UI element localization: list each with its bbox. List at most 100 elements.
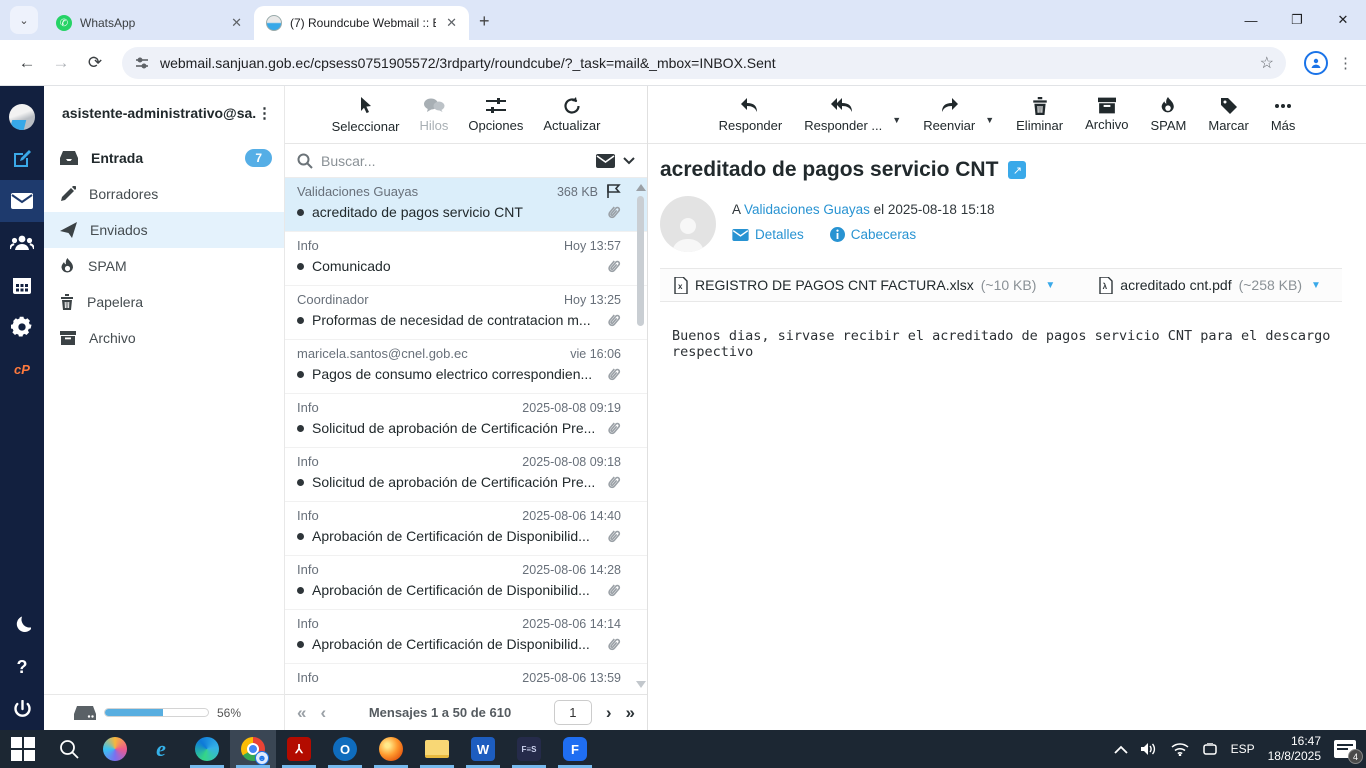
language-indicator[interactable]: ESP bbox=[1231, 742, 1255, 756]
dark-mode-button[interactable] bbox=[0, 604, 44, 646]
archive-button[interactable]: Archivo bbox=[1085, 97, 1128, 132]
threads-button[interactable]: Hilos bbox=[420, 97, 448, 133]
tab-roundcube[interactable]: (7) Roundcube Webmail :: Envia ✕ bbox=[254, 6, 469, 40]
mail-nav-button[interactable] bbox=[0, 180, 44, 222]
scrollbar-thumb[interactable] bbox=[637, 196, 644, 326]
more-button[interactable]: Más bbox=[1271, 97, 1295, 133]
folder-spam[interactable]: SPAM bbox=[44, 248, 284, 284]
tab-whatsapp[interactable]: ✆ WhatsApp ✕ bbox=[44, 6, 254, 40]
taskbar-file-explorer[interactable] bbox=[414, 730, 460, 768]
next-page-button[interactable]: › bbox=[606, 703, 612, 723]
headers-toggle[interactable]: Cabeceras bbox=[829, 227, 916, 242]
clock[interactable]: 16:47 18/8/2025 bbox=[1268, 734, 1321, 764]
tab-close-icon[interactable]: ✕ bbox=[229, 15, 244, 31]
logout-button[interactable] bbox=[0, 688, 44, 730]
taskbar-f-app[interactable]: F bbox=[552, 730, 598, 768]
taskbar-fes-app[interactable]: F≡S bbox=[506, 730, 552, 768]
url-text[interactable]: webmail.sanjuan.gob.ec/cpsess0751905572/… bbox=[160, 55, 1250, 71]
scroll-down-arrow[interactable] bbox=[636, 681, 646, 688]
window-minimize-button[interactable]: — bbox=[1228, 13, 1274, 28]
forward-dropdown-caret[interactable]: ▼ bbox=[985, 115, 994, 125]
taskbar-search-button[interactable] bbox=[46, 730, 92, 768]
folder-archive[interactable]: Archivo bbox=[44, 320, 284, 356]
volume-icon[interactable] bbox=[1140, 742, 1158, 756]
address-bar[interactable]: webmail.sanjuan.gob.ec/cpsess0751905572/… bbox=[122, 46, 1286, 79]
window-restore-button[interactable]: ❐ bbox=[1274, 12, 1320, 28]
message-row[interactable]: Info 2025-08-06 14:40 Aprobación de Certi… bbox=[285, 502, 647, 556]
options-button[interactable]: Opciones bbox=[468, 97, 523, 133]
search-scope-mail-icon[interactable] bbox=[596, 153, 615, 168]
attachment-menu-caret[interactable]: ▼ bbox=[1311, 280, 1321, 291]
message-row[interactable]: Info 2025-08-06 13:59 bbox=[285, 664, 647, 694]
message-row[interactable]: Coordinador Hoy 13:25 Proformas de necesi… bbox=[285, 286, 647, 340]
forward-button[interactable]: → bbox=[44, 53, 78, 73]
select-button[interactable]: Seleccionar bbox=[332, 96, 400, 134]
help-button[interactable]: ? bbox=[0, 646, 44, 688]
profile-icon[interactable] bbox=[1304, 50, 1328, 75]
message-row[interactable]: Info Hoy 13:57 Comunicado bbox=[285, 232, 647, 286]
notifications-icon[interactable]: 4 bbox=[1334, 740, 1363, 764]
reply-all-dropdown-caret[interactable]: ▼ bbox=[892, 115, 901, 125]
prev-page-button[interactable]: ‹ bbox=[320, 703, 326, 723]
taskbar-internet-explorer[interactable]: e bbox=[138, 730, 184, 768]
search-options-chevron-icon[interactable] bbox=[623, 156, 635, 165]
taskbar-firefox[interactable] bbox=[368, 730, 414, 768]
new-tab-button[interactable]: + bbox=[479, 11, 490, 32]
last-page-button[interactable]: » bbox=[626, 703, 635, 723]
scroll-up-arrow[interactable] bbox=[636, 184, 646, 191]
page-number-input[interactable] bbox=[553, 700, 592, 725]
quota-row: 56% bbox=[44, 694, 284, 730]
reply-button[interactable]: Responder bbox=[719, 97, 782, 133]
reload-button[interactable]: ⟳ bbox=[78, 53, 112, 73]
recipient-link[interactable]: Validaciones Guayas bbox=[744, 202, 870, 217]
folder-drafts[interactable]: Borradores bbox=[44, 176, 284, 212]
account-menu-icon[interactable]: ⋮ bbox=[257, 104, 272, 122]
wifi-icon[interactable] bbox=[1171, 742, 1189, 756]
delete-button[interactable]: Eliminar bbox=[1016, 96, 1063, 133]
message-row[interactable]: Info 2025-08-08 09:18 Solicitud de aproba… bbox=[285, 448, 647, 502]
tab-close-icon[interactable]: ✕ bbox=[444, 15, 459, 31]
compose-button[interactable] bbox=[0, 138, 44, 180]
message-row[interactable]: Info 2025-08-06 14:28 Aprobación de Certi… bbox=[285, 556, 647, 610]
message-row[interactable]: Info 2025-08-06 14:14 Aprobación de Certi… bbox=[285, 610, 647, 664]
browser-menu-icon[interactable]: ⋮ bbox=[1336, 54, 1356, 72]
message-row[interactable]: Validaciones Guayas 368 KB acreditado de … bbox=[285, 178, 647, 232]
reply-all-button[interactable]: Responder ... bbox=[804, 97, 882, 133]
attachment-xlsx[interactable]: x REGISTRO DE PAGOS CNT FACTURA.xlsx (~1… bbox=[674, 276, 1055, 294]
list-scrollbar[interactable] bbox=[634, 178, 647, 694]
attachment-pdf[interactable]: λ acreditado cnt.pdf (~258 KB) ▼ bbox=[1099, 276, 1321, 294]
attachment-menu-caret[interactable]: ▼ bbox=[1045, 280, 1055, 291]
first-page-button[interactable]: « bbox=[297, 703, 306, 723]
folder-inbox[interactable]: Entrada 7 bbox=[44, 140, 284, 176]
spam-button[interactable]: SPAM bbox=[1150, 96, 1186, 133]
mark-button[interactable]: Marcar bbox=[1208, 97, 1249, 133]
settings-nav-button[interactable] bbox=[0, 306, 44, 348]
tab-search-button[interactable]: ⌄ bbox=[10, 6, 38, 34]
flag-icon[interactable] bbox=[606, 184, 621, 199]
taskbar-outlook[interactable]: O bbox=[322, 730, 368, 768]
search-input[interactable] bbox=[321, 152, 588, 169]
contacts-nav-button[interactable] bbox=[0, 222, 44, 264]
message-row[interactable]: Info 2025-08-08 09:19 Solicitud de aproba… bbox=[285, 394, 647, 448]
back-button[interactable]: ← bbox=[10, 53, 44, 73]
bookmark-star-icon[interactable]: ☆ bbox=[1260, 53, 1274, 73]
details-toggle[interactable]: Detalles bbox=[732, 227, 804, 242]
taskbar-copilot[interactable] bbox=[92, 730, 138, 768]
taskbar-acrobat[interactable]: ⅄ bbox=[276, 730, 322, 768]
cpanel-button[interactable]: cP bbox=[0, 348, 44, 390]
window-close-button[interactable]: ✕ bbox=[1320, 12, 1366, 28]
refresh-button[interactable]: Actualizar bbox=[543, 96, 600, 133]
start-button[interactable] bbox=[0, 730, 46, 768]
folder-trash[interactable]: Papelera bbox=[44, 284, 284, 320]
taskbar-word[interactable]: W bbox=[460, 730, 506, 768]
forward-button[interactable]: Reenviar bbox=[923, 97, 975, 133]
tray-expand-chevron[interactable] bbox=[1113, 745, 1128, 754]
display-icon[interactable] bbox=[1202, 742, 1218, 756]
open-in-new-window-icon[interactable]: ↗ bbox=[1008, 161, 1027, 179]
taskbar-edge[interactable] bbox=[184, 730, 230, 768]
calendar-nav-button[interactable] bbox=[0, 264, 44, 306]
taskbar-chrome[interactable]: ☻ bbox=[230, 730, 276, 768]
site-settings-icon[interactable] bbox=[134, 55, 150, 71]
folder-sent[interactable]: Enviados bbox=[44, 212, 284, 248]
message-row[interactable]: maricela.santos@cnel.gob.ec vie 16:06 Pag… bbox=[285, 340, 647, 394]
